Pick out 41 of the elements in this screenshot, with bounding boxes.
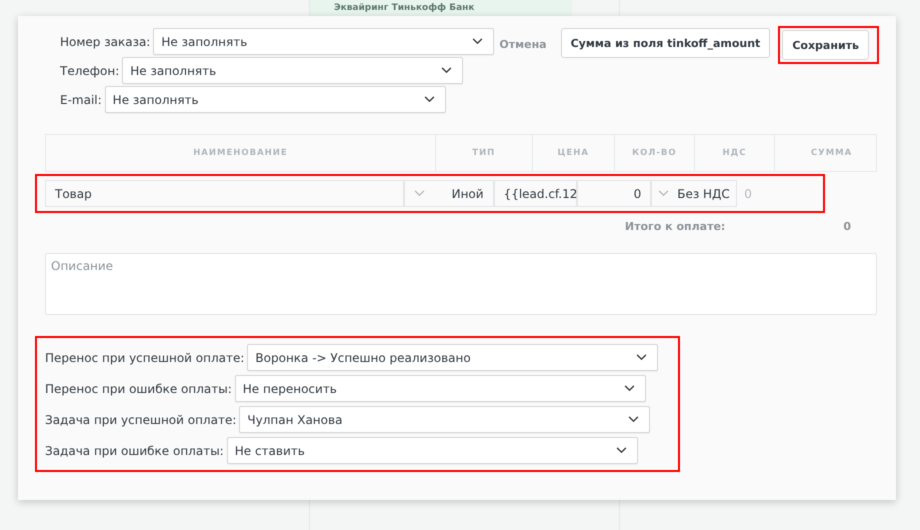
vat-select[interactable]: Без НДС: [651, 180, 737, 207]
chevron-icon: [441, 67, 452, 74]
column-header: ТИП: [434, 135, 532, 171]
column-header: НДС: [694, 135, 774, 171]
total-value: 0: [843, 220, 851, 233]
total-label: Итого к оплате:: [624, 220, 726, 233]
select-field[interactable]: Воронка -> Успешно реализовано: [247, 344, 658, 371]
type-select[interactable]: Иной: [404, 180, 494, 207]
select-field[interactable]: Не заполнять: [122, 57, 464, 84]
select-field[interactable]: Не переносить: [234, 375, 646, 402]
field-label: Номер заказа:: [60, 34, 150, 48]
column-header: ЦЕНА: [532, 135, 614, 171]
select-field[interactable]: Не заполнять: [104, 86, 446, 113]
field-label: Телефон:: [60, 64, 120, 78]
card-title: Эквайринг Тинькофф Банк: [334, 2, 474, 14]
chevron-icon: [414, 190, 425, 197]
amount-button[interactable]: Сумма из поля tinkoff_amount: [560, 28, 770, 58]
save-button[interactable]: Сохранить: [782, 30, 869, 60]
column-header: СУММА: [774, 135, 876, 171]
sum-value: 0: [744, 186, 752, 200]
select-field[interactable]: Не ставить: [226, 437, 638, 464]
select-field[interactable]: Чулпан Ханова: [239, 406, 650, 433]
name-input[interactable]: Товар: [45, 180, 404, 207]
field-label: Перенос при ошибке оплаты:: [45, 382, 232, 396]
column-header: НАИМЕНОВАНИЕ: [192, 147, 289, 160]
chevron-icon: [636, 354, 648, 361]
price-input[interactable]: {{lead.cf.12: [494, 180, 577, 207]
column-header: КОЛ-ВО: [614, 135, 694, 171]
description-field[interactable]: Описание: [45, 253, 877, 315]
chevron-icon: [472, 38, 484, 45]
field-label: Задача при ошибке оплаты:: [45, 444, 224, 458]
chevron-icon: [658, 190, 670, 197]
chevron-icon: [628, 416, 640, 423]
select-field[interactable]: Не заполнять: [153, 28, 494, 55]
quantity-input[interactable]: 0: [576, 180, 652, 207]
field-label: Задача при успешной оплате:: [45, 412, 236, 426]
chevron-icon: [616, 447, 627, 454]
chevron-icon: [424, 96, 435, 103]
field-label: E-mail:: [60, 92, 102, 106]
chevron-icon: [624, 385, 635, 392]
field-label: Перенос при успешной оплате:: [45, 350, 244, 364]
